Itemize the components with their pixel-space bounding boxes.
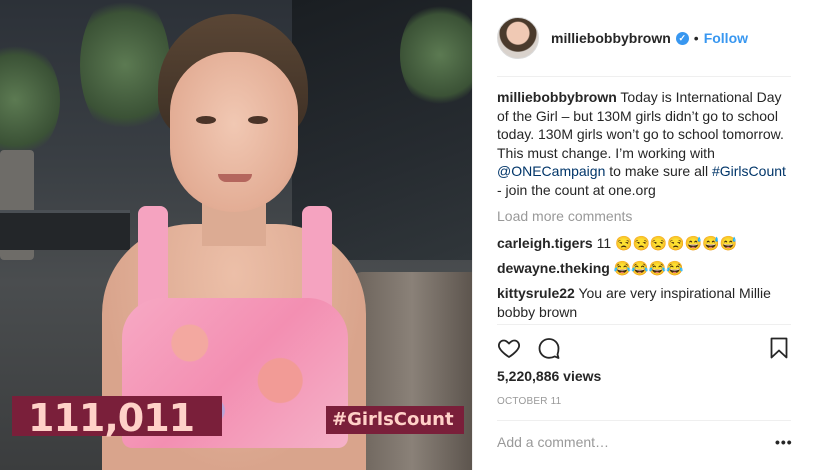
- post-media-video[interactable]: 111,011 #GirlsCount: [0, 0, 472, 470]
- post-caption: milliebobbybrown Today is International …: [497, 88, 787, 199]
- comment: dewayne.theking 😂😂😂😂: [497, 259, 787, 278]
- background-plant: [0, 40, 60, 160]
- heart-icon[interactable]: [497, 336, 521, 360]
- view-count[interactable]: 5,220,886 views: [497, 368, 601, 384]
- background-plant: [400, 0, 472, 110]
- caption-text: to make sure all: [605, 163, 712, 179]
- comment: carleigh.tigers 11 😒😒😒😒😅😅😅: [497, 234, 787, 253]
- comment: kittysrule22 You are very inspirational …: [497, 284, 787, 321]
- avatar[interactable]: [497, 17, 539, 59]
- comment-username[interactable]: carleigh.tigers: [497, 235, 593, 251]
- follow-button[interactable]: Follow: [704, 30, 748, 46]
- comment-username[interactable]: dewayne.theking: [497, 260, 610, 276]
- post-side-panel: milliebobbybrown ✓ • Follow milliebobbyb…: [472, 0, 814, 470]
- hashtag-overlay-text: #GirlsCount: [332, 409, 454, 430]
- mention-link[interactable]: @ONECampaign: [497, 163, 605, 179]
- caption-username[interactable]: milliebobbybrown: [497, 89, 617, 105]
- header-divider: [497, 76, 791, 77]
- separator-dot: •: [693, 30, 699, 46]
- bookmark-icon[interactable]: [767, 336, 791, 360]
- comment-text: 😂😂😂😂: [609, 260, 684, 276]
- comment-box-divider: [497, 420, 791, 421]
- comment-bubble-icon[interactable]: [537, 336, 561, 360]
- header-username[interactable]: milliebobbybrown: [551, 30, 671, 46]
- post-header: milliebobbybrown ✓ • Follow: [497, 12, 763, 64]
- comments-divider: [497, 324, 791, 325]
- hashtag-overlay: #GirlsCount: [326, 406, 464, 434]
- post-date[interactable]: OCTOBER 11: [497, 396, 561, 407]
- add-comment-input[interactable]: Add a comment…: [497, 434, 609, 450]
- post-actions: [497, 336, 791, 360]
- counter-value: 111,011: [28, 396, 195, 440]
- hashtag-link[interactable]: #GirlsCount: [712, 163, 786, 179]
- comment-text: 11 😒😒😒😒😅😅😅: [592, 235, 738, 251]
- more-options-button[interactable]: •••: [775, 434, 793, 450]
- load-more-comments-link[interactable]: Load more comments: [497, 208, 632, 224]
- verified-badge-icon: ✓: [675, 31, 689, 45]
- girls-count-counter: 111,011: [12, 396, 222, 440]
- comment-username[interactable]: kittysrule22: [497, 285, 575, 301]
- caption-text: - join the count at one.org: [497, 181, 656, 198]
